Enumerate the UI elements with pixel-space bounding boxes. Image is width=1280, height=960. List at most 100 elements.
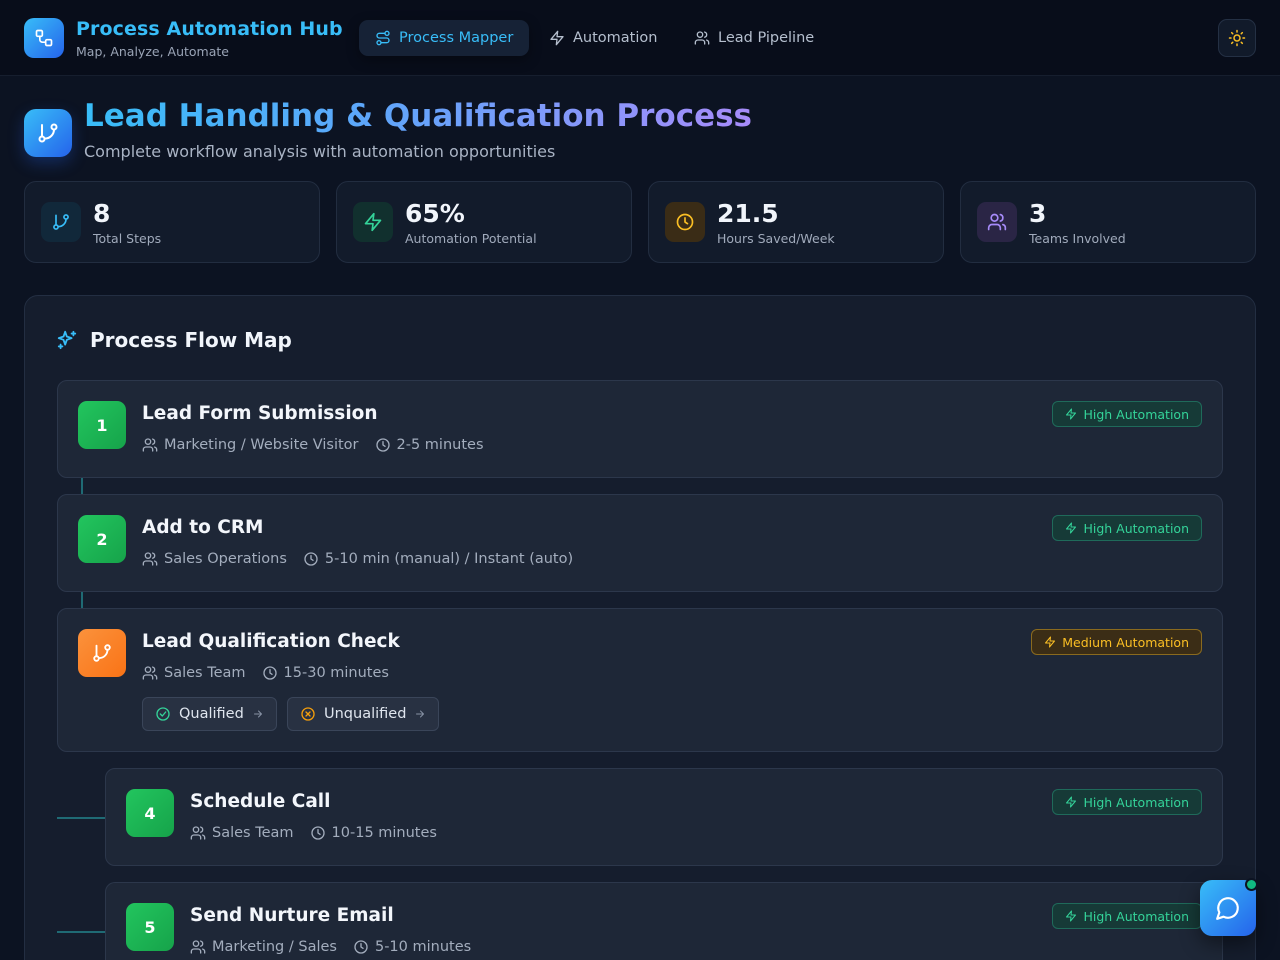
- tab-label: Automation: [573, 30, 658, 46]
- step-owner: Marketing / Sales: [190, 939, 337, 955]
- users-icon: [694, 31, 710, 45]
- stat-value: 3: [1029, 199, 1047, 228]
- step-owner: Marketing / Website Visitor: [142, 437, 359, 453]
- process-step-card[interactable]: 4 Schedule Call Sales Team 10-15 minutes…: [105, 768, 1223, 866]
- tab-process-mapper[interactable]: Process Mapper: [359, 20, 530, 56]
- step-meta: Marketing / Website Visitor 2-5 minutes: [142, 437, 484, 453]
- step-title: Add to CRM: [142, 517, 264, 538]
- step-title: Schedule Call: [190, 791, 331, 812]
- top-bar: Process Automation Hub Map, Analyze, Aut…: [0, 0, 1280, 76]
- step-owner: Sales Team: [142, 665, 246, 681]
- automation-badge: Medium Automation: [1031, 629, 1202, 655]
- step-number: 5: [126, 903, 174, 951]
- theme-toggle-button[interactable]: [1218, 19, 1256, 57]
- stat-label: Teams Involved: [1029, 231, 1126, 246]
- check-circle-icon: [156, 707, 170, 721]
- step-owner: Sales Team: [190, 825, 294, 841]
- users-icon: [190, 826, 206, 840]
- automation-badge: High Automation: [1052, 401, 1202, 427]
- lightning-icon: [1045, 636, 1056, 648]
- workflow-icon: [35, 29, 53, 47]
- step-duration-text: 5-10 minutes: [374, 939, 472, 955]
- app-logo[interactable]: [24, 18, 64, 58]
- lightning-icon: [1066, 408, 1077, 420]
- step-owner-text: Marketing / Website Visitor: [164, 437, 359, 453]
- step-duration: 2-5 minutes: [375, 437, 484, 453]
- x-circle-icon: [301, 707, 315, 721]
- users-icon: [142, 438, 158, 452]
- step-title: Lead Form Submission: [142, 403, 378, 424]
- users-icon: [190, 940, 206, 954]
- tab-lead-pipeline[interactable]: Lead Pipeline: [678, 20, 830, 56]
- step-duration-text: 15-30 minutes: [283, 665, 389, 681]
- step-duration: 5-10 min (manual) / Instant (auto): [303, 551, 573, 567]
- branch-label: Unqualified: [324, 706, 407, 722]
- branch-label: Qualified: [179, 706, 244, 722]
- step-number: [78, 629, 126, 677]
- notification-dot: [1245, 878, 1258, 891]
- step-meta: Sales Team 15-30 minutes: [142, 665, 389, 681]
- stat-value: 8: [93, 199, 111, 228]
- step-duration-text: 5-10 min (manual) / Instant (auto): [324, 551, 574, 567]
- step-number: 2: [78, 515, 126, 563]
- stat-icon: [41, 202, 81, 242]
- step-number: 1: [78, 401, 126, 449]
- step-number: 4: [126, 789, 174, 837]
- clock-icon: [310, 826, 325, 840]
- page-subtitle: Complete workflow analysis with automati…: [84, 142, 556, 161]
- branch-button-unqualified[interactable]: Unqualified: [287, 697, 440, 731]
- lightning-icon: [550, 30, 564, 46]
- automation-badge: High Automation: [1052, 515, 1202, 541]
- stat-icon: [665, 202, 705, 242]
- step-meta: Marketing / Sales 5-10 minutes: [190, 939, 471, 955]
- stat-card-hours-saved: 21.5 Hours Saved/Week: [648, 181, 944, 263]
- process-flow-title: Process Flow Map: [90, 328, 292, 352]
- branch-icon: [53, 214, 69, 230]
- step-owner-text: Sales Team: [212, 825, 294, 841]
- page-icon: [24, 109, 72, 157]
- automation-badge-label: High Automation: [1083, 794, 1189, 810]
- step-owner-text: Sales Operations: [164, 551, 287, 567]
- stat-icon: [353, 202, 393, 242]
- step-duration: 15-30 minutes: [262, 665, 389, 681]
- stat-label: Total Steps: [93, 231, 162, 246]
- users-icon: [142, 666, 158, 680]
- step-title: Send Nurture Email: [190, 905, 394, 926]
- stat-label: Automation Potential: [405, 231, 537, 246]
- step-owner-text: Marketing / Sales: [212, 939, 337, 955]
- stat-value: 21.5: [717, 199, 779, 228]
- process-step-card[interactable]: 1 Lead Form Submission Marketing / Websi…: [57, 380, 1223, 478]
- process-flow-heading: Process Flow Map: [56, 328, 292, 352]
- lightning-icon: [1066, 910, 1077, 922]
- arrow-right-icon: [416, 710, 425, 718]
- chat-bubble-icon: [1216, 897, 1239, 920]
- stat-card-total-steps: 8 Total Steps: [24, 181, 320, 263]
- sun-icon: [1228, 29, 1246, 47]
- automation-badge-label: Medium Automation: [1062, 634, 1189, 650]
- process-step-card[interactable]: 2 Add to CRM Sales Operations 5-10 min (…: [57, 494, 1223, 592]
- step-duration-text: 10-15 minutes: [331, 825, 437, 841]
- branch-connector: [57, 817, 105, 819]
- users-icon: [987, 213, 1007, 231]
- lightning-icon: [1066, 522, 1077, 534]
- lightning-icon: [1066, 796, 1077, 808]
- branch-button-qualified[interactable]: Qualified: [142, 697, 277, 731]
- step-title: Lead Qualification Check: [142, 631, 400, 652]
- tab-label: Process Mapper: [399, 30, 514, 46]
- process-step-card-decision[interactable]: Lead Qualification Check Sales Team 15-3…: [57, 608, 1223, 752]
- step-duration-text: 2-5 minutes: [396, 437, 484, 453]
- step-owner-text: Sales Team: [164, 665, 246, 681]
- process-step-card[interactable]: 5 Send Nurture Email Marketing / Sales 5…: [105, 882, 1223, 960]
- tab-label: Lead Pipeline: [718, 30, 815, 46]
- route-icon: [376, 30, 390, 46]
- clock-icon: [354, 940, 368, 954]
- step-duration: 5-10 minutes: [353, 939, 471, 955]
- lightning-icon: [364, 212, 382, 232]
- tab-automation[interactable]: Automation: [533, 20, 673, 56]
- clock-icon: [375, 438, 390, 452]
- flow-connector: [81, 477, 83, 494]
- automation-badge-label: High Automation: [1083, 520, 1189, 536]
- arrow-right-icon: [253, 710, 262, 718]
- stat-label: Hours Saved/Week: [717, 231, 835, 246]
- page-title: Lead Handling & Qualification Process: [84, 98, 753, 134]
